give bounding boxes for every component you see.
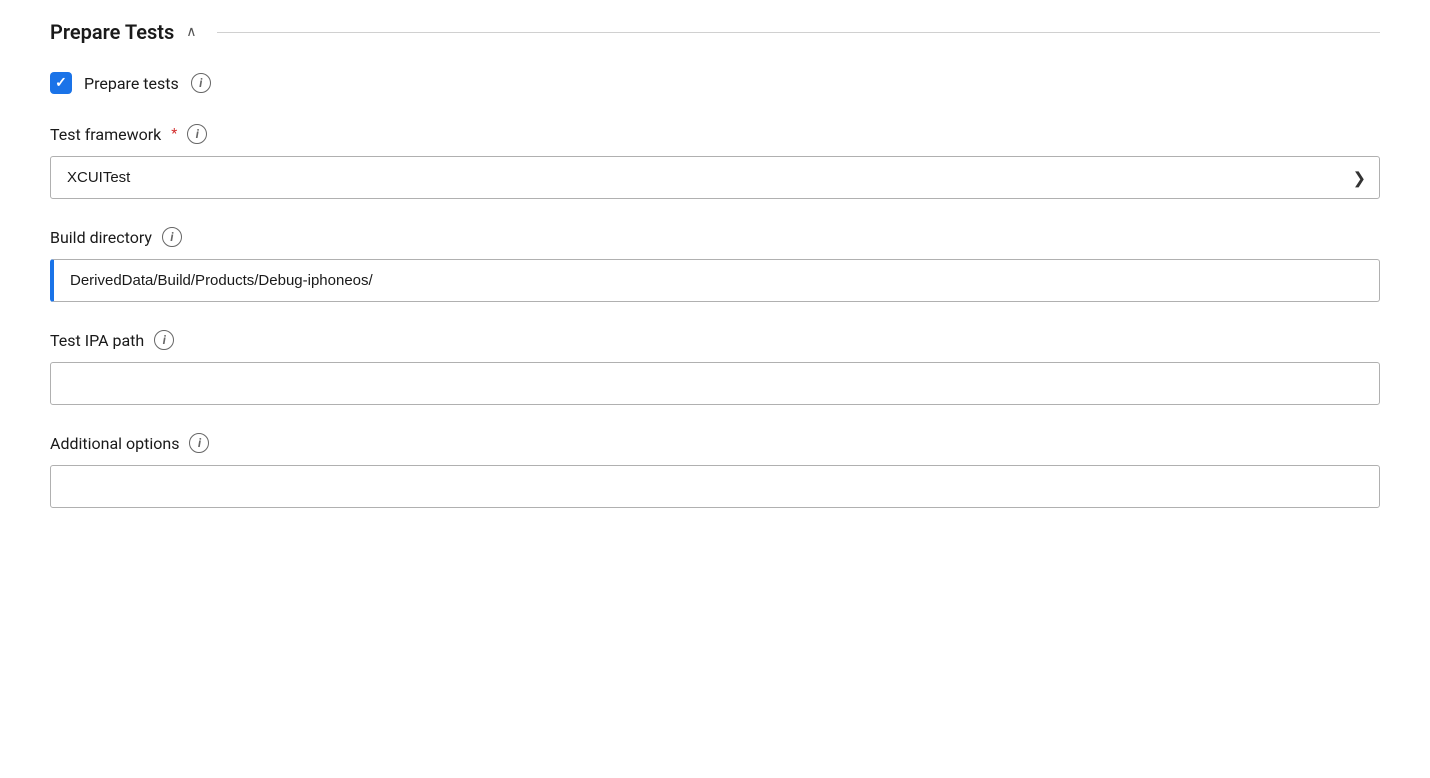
test-framework-label-row: Test framework * i	[50, 124, 1380, 144]
section-header: Prepare Tests ∧	[50, 20, 1380, 44]
section-divider	[217, 32, 1380, 33]
build-directory-label-row: Build directory i	[50, 227, 1380, 247]
additional-options-label: Additional options	[50, 434, 179, 453]
prepare-tests-checkbox[interactable]: ✓	[50, 72, 72, 94]
additional-options-group: Additional options i	[50, 433, 1380, 508]
build-directory-group: Build directory i	[50, 227, 1380, 302]
prepare-tests-row: ✓ Prepare tests i	[50, 72, 1380, 94]
prepare-tests-label: Prepare tests	[84, 74, 179, 93]
test-framework-group: Test framework * i XCUITest XCTest Espre…	[50, 124, 1380, 199]
test-framework-label: Test framework	[50, 125, 161, 144]
additional-options-label-row: Additional options i	[50, 433, 1380, 453]
build-directory-label: Build directory	[50, 228, 152, 247]
checkmark-icon: ✓	[55, 75, 67, 91]
required-star: *	[171, 126, 177, 142]
section-title: Prepare Tests	[50, 20, 174, 44]
additional-options-input[interactable]	[50, 465, 1380, 508]
test-framework-info-icon[interactable]: i	[187, 124, 207, 144]
collapse-icon[interactable]: ∧	[186, 24, 196, 40]
page-container: Prepare Tests ∧ ✓ Prepare tests i Test f…	[0, 0, 1430, 566]
test-ipa-path-input[interactable]	[50, 362, 1380, 405]
additional-options-info-icon[interactable]: i	[189, 433, 209, 453]
test-framework-select-wrapper: XCUITest XCTest Espresso Appium ❯	[50, 156, 1380, 199]
test-ipa-path-label: Test IPA path	[50, 331, 144, 350]
test-ipa-path-group: Test IPA path i	[50, 330, 1380, 405]
test-ipa-path-info-icon[interactable]: i	[154, 330, 174, 350]
test-framework-select[interactable]: XCUITest XCTest Espresso Appium	[50, 156, 1380, 199]
prepare-tests-info-icon[interactable]: i	[191, 73, 211, 93]
test-ipa-path-label-row: Test IPA path i	[50, 330, 1380, 350]
build-directory-input[interactable]	[50, 259, 1380, 302]
build-directory-info-icon[interactable]: i	[162, 227, 182, 247]
